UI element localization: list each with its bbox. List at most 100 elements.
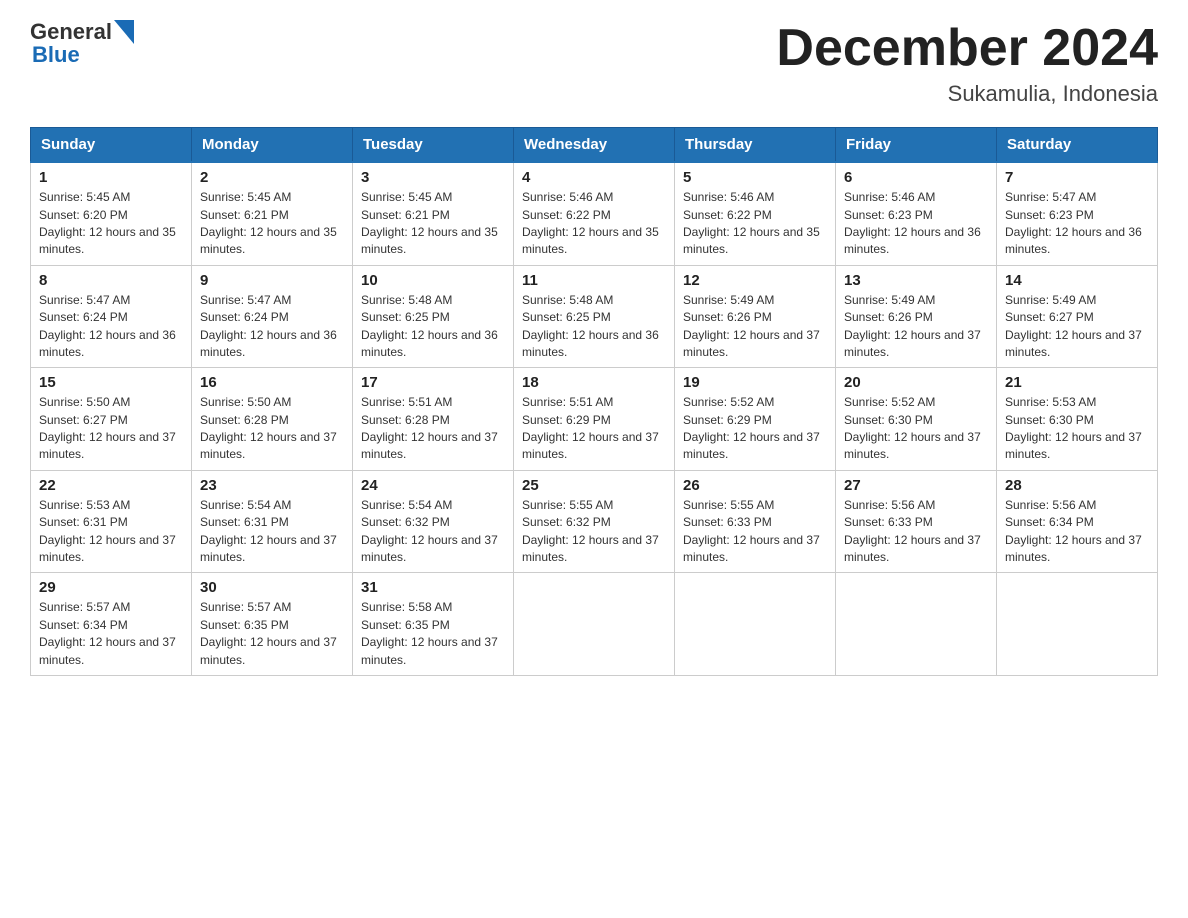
- day-number: 28: [1005, 477, 1149, 494]
- day-number: 1: [39, 169, 183, 186]
- day-number: 21: [1005, 374, 1149, 391]
- day-number: 23: [200, 477, 344, 494]
- calendar-cell: 7 Sunrise: 5:47 AMSunset: 6:23 PMDayligh…: [997, 162, 1158, 265]
- calendar-week-row: 22 Sunrise: 5:53 AMSunset: 6:31 PMDaylig…: [31, 470, 1158, 573]
- header-saturday: Saturday: [997, 128, 1158, 163]
- title-area: December 2024 Sukamulia, Indonesia: [776, 20, 1158, 107]
- calendar-cell: 11 Sunrise: 5:48 AMSunset: 6:25 PMDaylig…: [514, 265, 675, 368]
- calendar-cell: 30 Sunrise: 5:57 AMSunset: 6:35 PMDaylig…: [192, 573, 353, 676]
- day-info: Sunrise: 5:51 AMSunset: 6:28 PMDaylight:…: [361, 395, 498, 461]
- day-number: 22: [39, 477, 183, 494]
- day-number: 2: [200, 169, 344, 186]
- calendar-week-row: 15 Sunrise: 5:50 AMSunset: 6:27 PMDaylig…: [31, 368, 1158, 471]
- header: General Blue December 2024 Sukamulia, In…: [30, 20, 1158, 107]
- header-sunday: Sunday: [31, 128, 192, 163]
- header-tuesday: Tuesday: [353, 128, 514, 163]
- logo: General Blue: [30, 20, 134, 66]
- day-number: 30: [200, 579, 344, 596]
- day-info: Sunrise: 5:45 AMSunset: 6:20 PMDaylight:…: [39, 190, 176, 256]
- calendar-cell: 22 Sunrise: 5:53 AMSunset: 6:31 PMDaylig…: [31, 470, 192, 573]
- day-number: 17: [361, 374, 505, 391]
- day-info: Sunrise: 5:46 AMSunset: 6:22 PMDaylight:…: [683, 190, 820, 256]
- day-number: 10: [361, 272, 505, 289]
- day-number: 26: [683, 477, 827, 494]
- day-number: 19: [683, 374, 827, 391]
- day-info: Sunrise: 5:48 AMSunset: 6:25 PMDaylight:…: [361, 293, 498, 359]
- day-info: Sunrise: 5:54 AMSunset: 6:32 PMDaylight:…: [361, 498, 498, 564]
- day-number: 4: [522, 169, 666, 186]
- calendar-cell: 19 Sunrise: 5:52 AMSunset: 6:29 PMDaylig…: [675, 368, 836, 471]
- day-info: Sunrise: 5:53 AMSunset: 6:30 PMDaylight:…: [1005, 395, 1142, 461]
- calendar-cell: 15 Sunrise: 5:50 AMSunset: 6:27 PMDaylig…: [31, 368, 192, 471]
- day-info: Sunrise: 5:47 AMSunset: 6:23 PMDaylight:…: [1005, 190, 1142, 256]
- calendar-cell: 21 Sunrise: 5:53 AMSunset: 6:30 PMDaylig…: [997, 368, 1158, 471]
- calendar-cell: 31 Sunrise: 5:58 AMSunset: 6:35 PMDaylig…: [353, 573, 514, 676]
- calendar-cell: 10 Sunrise: 5:48 AMSunset: 6:25 PMDaylig…: [353, 265, 514, 368]
- calendar-cell: 12 Sunrise: 5:49 AMSunset: 6:26 PMDaylig…: [675, 265, 836, 368]
- calendar-cell: [675, 573, 836, 676]
- day-info: Sunrise: 5:45 AMSunset: 6:21 PMDaylight:…: [361, 190, 498, 256]
- calendar-cell: 1 Sunrise: 5:45 AMSunset: 6:20 PMDayligh…: [31, 162, 192, 265]
- calendar-cell: 5 Sunrise: 5:46 AMSunset: 6:22 PMDayligh…: [675, 162, 836, 265]
- calendar-cell: 3 Sunrise: 5:45 AMSunset: 6:21 PMDayligh…: [353, 162, 514, 265]
- day-number: 25: [522, 477, 666, 494]
- day-info: Sunrise: 5:54 AMSunset: 6:31 PMDaylight:…: [200, 498, 337, 564]
- header-friday: Friday: [836, 128, 997, 163]
- calendar-cell: 14 Sunrise: 5:49 AMSunset: 6:27 PMDaylig…: [997, 265, 1158, 368]
- day-number: 9: [200, 272, 344, 289]
- day-info: Sunrise: 5:56 AMSunset: 6:34 PMDaylight:…: [1005, 498, 1142, 564]
- calendar-cell: 24 Sunrise: 5:54 AMSunset: 6:32 PMDaylig…: [353, 470, 514, 573]
- calendar-cell: 23 Sunrise: 5:54 AMSunset: 6:31 PMDaylig…: [192, 470, 353, 573]
- calendar-cell: 2 Sunrise: 5:45 AMSunset: 6:21 PMDayligh…: [192, 162, 353, 265]
- day-info: Sunrise: 5:49 AMSunset: 6:26 PMDaylight:…: [844, 293, 981, 359]
- day-info: Sunrise: 5:53 AMSunset: 6:31 PMDaylight:…: [39, 498, 176, 564]
- month-year-title: December 2024: [776, 20, 1158, 77]
- day-info: Sunrise: 5:47 AMSunset: 6:24 PMDaylight:…: [200, 293, 337, 359]
- day-info: Sunrise: 5:52 AMSunset: 6:29 PMDaylight:…: [683, 395, 820, 461]
- day-number: 18: [522, 374, 666, 391]
- day-number: 29: [39, 579, 183, 596]
- calendar-cell: 6 Sunrise: 5:46 AMSunset: 6:23 PMDayligh…: [836, 162, 997, 265]
- day-number: 14: [1005, 272, 1149, 289]
- day-info: Sunrise: 5:48 AMSunset: 6:25 PMDaylight:…: [522, 293, 659, 359]
- day-number: 31: [361, 579, 505, 596]
- logo-general-text: General: [30, 21, 112, 43]
- calendar-cell: 20 Sunrise: 5:52 AMSunset: 6:30 PMDaylig…: [836, 368, 997, 471]
- calendar-cell: 26 Sunrise: 5:55 AMSunset: 6:33 PMDaylig…: [675, 470, 836, 573]
- day-number: 13: [844, 272, 988, 289]
- calendar-week-row: 29 Sunrise: 5:57 AMSunset: 6:34 PMDaylig…: [31, 573, 1158, 676]
- day-info: Sunrise: 5:50 AMSunset: 6:27 PMDaylight:…: [39, 395, 176, 461]
- day-number: 15: [39, 374, 183, 391]
- day-info: Sunrise: 5:50 AMSunset: 6:28 PMDaylight:…: [200, 395, 337, 461]
- logo-triangle-icon: [114, 20, 134, 44]
- calendar-week-row: 1 Sunrise: 5:45 AMSunset: 6:20 PMDayligh…: [31, 162, 1158, 265]
- day-info: Sunrise: 5:58 AMSunset: 6:35 PMDaylight:…: [361, 600, 498, 666]
- calendar-cell: 16 Sunrise: 5:50 AMSunset: 6:28 PMDaylig…: [192, 368, 353, 471]
- calendar-cell: [997, 573, 1158, 676]
- header-thursday: Thursday: [675, 128, 836, 163]
- day-number: 3: [361, 169, 505, 186]
- day-number: 12: [683, 272, 827, 289]
- day-info: Sunrise: 5:49 AMSunset: 6:26 PMDaylight:…: [683, 293, 820, 359]
- calendar-cell: 4 Sunrise: 5:46 AMSunset: 6:22 PMDayligh…: [514, 162, 675, 265]
- header-wednesday: Wednesday: [514, 128, 675, 163]
- day-number: 24: [361, 477, 505, 494]
- day-info: Sunrise: 5:46 AMSunset: 6:23 PMDaylight:…: [844, 190, 981, 256]
- day-info: Sunrise: 5:45 AMSunset: 6:21 PMDaylight:…: [200, 190, 337, 256]
- day-number: 11: [522, 272, 666, 289]
- day-info: Sunrise: 5:57 AMSunset: 6:34 PMDaylight:…: [39, 600, 176, 666]
- location-subtitle: Sukamulia, Indonesia: [776, 81, 1158, 107]
- day-info: Sunrise: 5:56 AMSunset: 6:33 PMDaylight:…: [844, 498, 981, 564]
- calendar-cell: 18 Sunrise: 5:51 AMSunset: 6:29 PMDaylig…: [514, 368, 675, 471]
- day-info: Sunrise: 5:49 AMSunset: 6:27 PMDaylight:…: [1005, 293, 1142, 359]
- calendar-cell: 8 Sunrise: 5:47 AMSunset: 6:24 PMDayligh…: [31, 265, 192, 368]
- day-info: Sunrise: 5:46 AMSunset: 6:22 PMDaylight:…: [522, 190, 659, 256]
- day-number: 8: [39, 272, 183, 289]
- calendar-week-row: 8 Sunrise: 5:47 AMSunset: 6:24 PMDayligh…: [31, 265, 1158, 368]
- calendar-header-row: SundayMondayTuesdayWednesdayThursdayFrid…: [31, 128, 1158, 163]
- calendar-table: SundayMondayTuesdayWednesdayThursdayFrid…: [30, 127, 1158, 676]
- calendar-cell: 25 Sunrise: 5:55 AMSunset: 6:32 PMDaylig…: [514, 470, 675, 573]
- day-info: Sunrise: 5:52 AMSunset: 6:30 PMDaylight:…: [844, 395, 981, 461]
- day-number: 6: [844, 169, 988, 186]
- calendar-cell: 27 Sunrise: 5:56 AMSunset: 6:33 PMDaylig…: [836, 470, 997, 573]
